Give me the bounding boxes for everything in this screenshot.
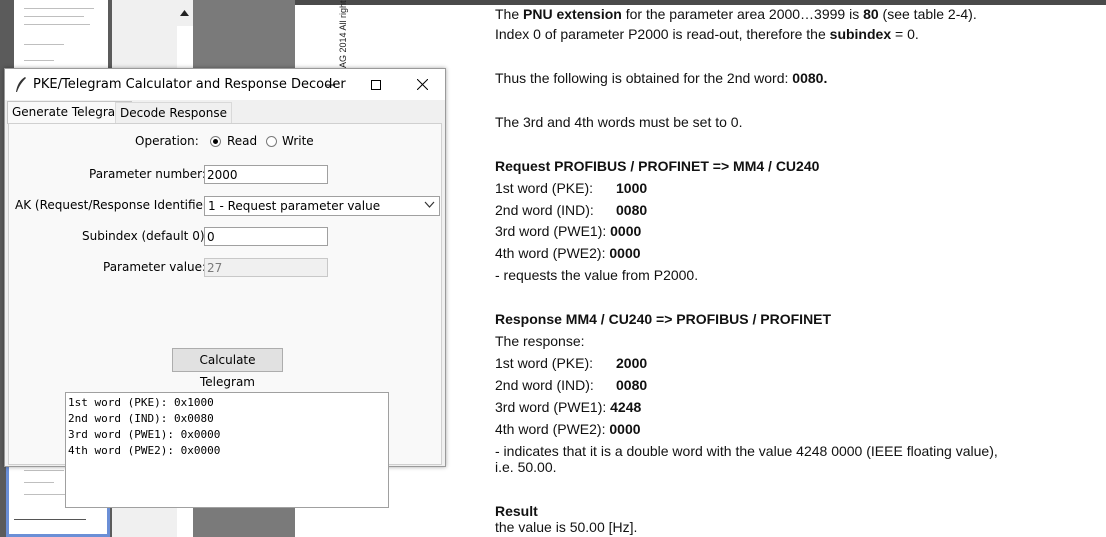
feather-icon	[16, 77, 26, 92]
triangle-up-icon	[180, 10, 189, 16]
notebook-tabs: Generate Telegram Decode Response	[5, 101, 445, 124]
ak-combobox[interactable]: 1 - Request parameter value	[204, 196, 440, 216]
doc-value: 1000	[616, 180, 648, 196]
doc-line: Index 0 of parameter P2000 is read-out, …	[495, 26, 919, 42]
tab-decode-response[interactable]: Decode Response	[115, 102, 233, 123]
response-heading: Response MM4 / CU240 => PROFIBUS / PROFI…	[495, 311, 832, 327]
telegram-output-text[interactable]: 1st word (PKE): 0x1000 2nd word (IND): 0x…	[65, 392, 389, 508]
doc-line: i.e. 50.00.	[495, 459, 557, 475]
parameter-number-label: Parameter number:	[89, 167, 206, 181]
title-bar[interactable]: PKE/Telegram Calculator and Response Dec…	[5, 69, 445, 100]
result-text: the value is 50.00 [Hz].	[495, 519, 638, 535]
generate-telegram-panel: Operation: Read Write Parameter number: …	[8, 123, 442, 508]
thumbnail-line	[24, 24, 90, 25]
parameter-value-input: 27	[204, 258, 328, 277]
ak-label: AK (Request/Response Identifier):	[15, 198, 217, 212]
doc-line: 2nd word (IND):	[495, 377, 594, 393]
doc-line: - requests the value from P2000.	[495, 267, 699, 283]
thumbnail-line	[14, 519, 86, 520]
output-line: 4th word (PWE2): 0x0000	[68, 444, 221, 457]
doc-line: 1st word (PKE):	[495, 355, 594, 371]
minimize-button[interactable]	[307, 69, 353, 100]
doc-line: The PNU extension for the parameter area…	[495, 6, 977, 22]
tab-generate-telegram[interactable]: Generate Telegram	[7, 101, 132, 124]
ak-selected-value: 1 - Request parameter value	[208, 199, 381, 213]
thumbnail-line	[24, 60, 54, 61]
close-button[interactable]	[399, 69, 445, 100]
parameter-value-label: Parameter value:	[103, 260, 207, 274]
doc-line: The 3rd and 4th words must be set to 0.	[495, 114, 743, 130]
thumbnail-line	[24, 470, 64, 471]
read-radio-label[interactable]: Read	[227, 134, 257, 148]
subindex-input[interactable]: 0	[204, 227, 328, 246]
thumbnail-line	[24, 44, 64, 45]
write-radio[interactable]	[266, 136, 277, 147]
parameter-number-input[interactable]: 2000	[204, 165, 328, 184]
result-heading: Result	[495, 503, 538, 519]
calculate-telegram-button[interactable]: Calculate Telegram	[172, 348, 283, 389]
close-icon	[416, 79, 428, 90]
subindex-label: Subindex (default 0):	[82, 229, 209, 243]
doc-line: 4th word (PWE2): 0000	[495, 421, 641, 437]
doc-line: 1st word (PKE):	[495, 180, 594, 196]
calculator-window[interactable]: PKE/Telegram Calculator and Response Dec…	[4, 68, 446, 508]
operation-label: Operation:	[135, 134, 199, 148]
output-line: 1st word (PKE): 0x1000	[68, 396, 214, 409]
page-top-border	[295, 0, 1106, 5]
minimize-icon	[325, 84, 335, 85]
output-line: 2nd word (IND): 0x0080	[68, 412, 214, 425]
rotated-copyright-text: AG 2014 All rights US_and_read_w	[338, 0, 348, 68]
thumbnail-line	[24, 8, 94, 9]
doc-line: Thus the following is obtained for the 2…	[495, 70, 828, 86]
read-radio[interactable]	[210, 136, 221, 147]
doc-line: 4th word (PWE2): 0000	[495, 245, 641, 261]
doc-value: 0080	[616, 202, 648, 218]
scroll-up-button[interactable]	[176, 0, 193, 26]
doc-line: 3rd word (PWE1): 4248	[495, 399, 642, 415]
request-heading: Request PROFIBUS / PROFINET => MM4 / CU2…	[495, 158, 820, 174]
write-radio-label[interactable]: Write	[282, 134, 314, 148]
window-title: PKE/Telegram Calculator and Response Dec…	[33, 77, 346, 92]
doc-line: 3rd word (PWE1): 0000	[495, 223, 642, 239]
doc-value: 0080	[616, 377, 648, 393]
maximize-icon	[371, 79, 381, 90]
chevron-down-icon	[424, 201, 435, 208]
doc-line: 2nd word (IND):	[495, 202, 594, 218]
doc-value: 2000	[616, 355, 648, 371]
maximize-button[interactable]	[353, 69, 399, 100]
output-line: 3rd word (PWE1): 0x0000	[68, 428, 221, 441]
doc-line: - indicates that it is a double word wit…	[495, 443, 998, 459]
doc-line: The response:	[495, 333, 585, 349]
thumbnail-line	[24, 16, 84, 17]
thumbnail-line	[24, 482, 54, 483]
